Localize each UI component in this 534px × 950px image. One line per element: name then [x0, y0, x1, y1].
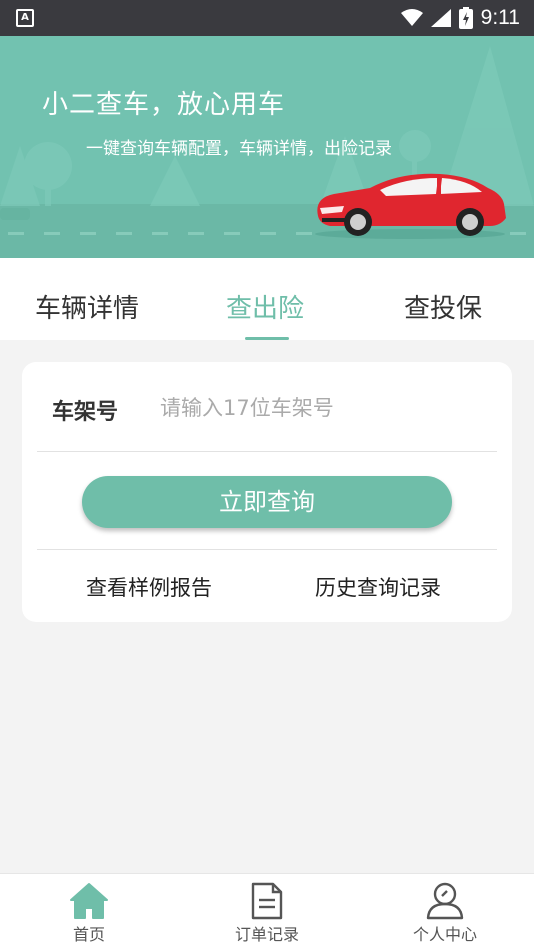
nav-orders[interactable]: 订单记录 [207, 874, 327, 950]
cell-signal-icon [430, 9, 451, 27]
banner-title: 小二查车，放心用车 [42, 90, 286, 120]
document-icon [251, 882, 283, 920]
hero-banner: 小二查车，放心用车 一键查询车辆配置，车辆详情，出险记录 [0, 36, 534, 258]
user-icon [426, 882, 464, 920]
nav-profile-label: 个人中心 [412, 925, 477, 944]
sample-report-link[interactable]: 查看样例报告 [86, 572, 212, 602]
wifi-icon [400, 9, 423, 26]
vin-label: 车架号 [52, 400, 119, 425]
divider [37, 451, 497, 452]
tab-accident-check[interactable]: 查出险 [226, 288, 304, 325]
tab-insurance-check[interactable]: 查投保 [404, 288, 482, 325]
nav-home[interactable]: 首页 [29, 874, 149, 950]
query-now-button[interactable]: 立即查询 [82, 476, 452, 528]
nav-profile[interactable]: 个人中心 [385, 874, 505, 950]
vin-input[interactable] [160, 390, 480, 426]
active-tab-indicator [245, 337, 289, 340]
home-icon [70, 883, 108, 919]
battery-icon [458, 7, 473, 29]
status-icons: 9:11 [400, 4, 520, 32]
divider [37, 549, 497, 550]
red-car-illustration [315, 173, 506, 239]
tab-bar: 车辆详情 查出险 查投保 [0, 258, 534, 340]
nav-orders-label: 订单记录 [234, 925, 299, 944]
banner-subtitle: 一键查询车辆配置，车辆详情，出险记录 [86, 139, 392, 159]
notification-a-icon: A [16, 9, 34, 27]
clock: 9:11 [480, 6, 520, 29]
status-bar: A 9:11 [0, 0, 534, 36]
bottom-navigation: 首页 订单记录 个人中心 [0, 873, 534, 950]
nav-home-label: 首页 [72, 925, 105, 944]
tab-vehicle-details[interactable]: 车辆详情 [35, 288, 139, 325]
query-card: 车架号 立即查询 查看样例报告 历史查询记录 [22, 362, 512, 622]
history-records-link[interactable]: 历史查询记录 [315, 572, 441, 602]
